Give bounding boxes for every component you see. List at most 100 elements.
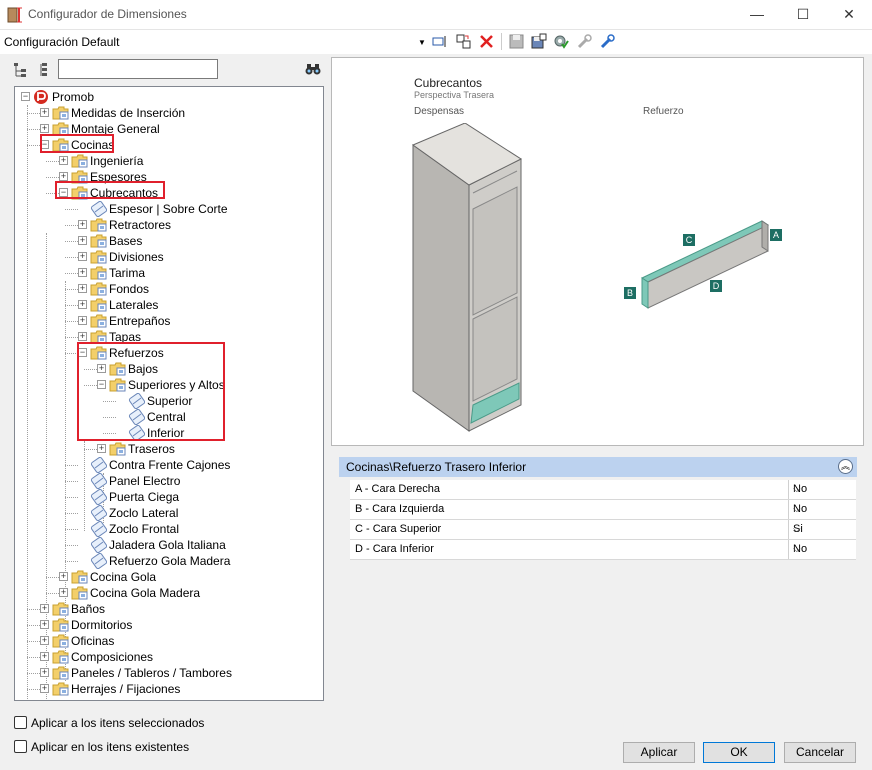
folder-icon — [52, 666, 69, 680]
expand-icon[interactable]: + — [40, 668, 49, 677]
expand-icon[interactable]: + — [40, 108, 49, 117]
expand-icon[interactable]: + — [59, 572, 68, 581]
settings-check-icon[interactable] — [552, 33, 569, 50]
tree-connector — [27, 657, 40, 658]
save-icon[interactable] — [508, 33, 525, 50]
chevron-down-icon[interactable]: ⌵ — [793, 544, 851, 555]
search-input[interactable] — [58, 59, 218, 79]
preview-label-refuerzo: Refuerzo — [643, 106, 684, 117]
save-as-icon[interactable] — [530, 33, 547, 50]
wrench-icon[interactable] — [599, 33, 616, 50]
expand-icon[interactable]: + — [59, 156, 68, 165]
expand-icon[interactable]: + — [78, 268, 87, 277]
folder-icon — [90, 250, 107, 264]
cancel-button[interactable]: Cancelar — [784, 742, 856, 763]
expand-icon[interactable]: + — [40, 652, 49, 661]
tree-connector — [46, 177, 59, 178]
property-name: C - Cara Superior — [355, 523, 442, 535]
expand-icon[interactable]: + — [97, 444, 106, 453]
property-value-select[interactable]: No ⌵ — [788, 500, 855, 519]
expand-icon[interactable]: + — [78, 300, 87, 309]
property-value-select[interactable]: No ⌵ — [788, 540, 855, 559]
expand-icon[interactable]: + — [78, 220, 87, 229]
apply-selected-checkbox[interactable] — [14, 716, 27, 729]
promob-logo-icon — [34, 90, 48, 104]
tree-connector — [65, 513, 78, 514]
binoculars-icon[interactable] — [305, 62, 321, 76]
properties-title: Cocinas\Refuerzo Trasero Inferior — [346, 460, 527, 474]
expand-icon[interactable]: + — [40, 124, 49, 133]
tree-node-label: Paneles / Tableros / Tambores — [71, 666, 232, 680]
apply-existing-checkbox[interactable] — [14, 740, 27, 753]
tree-connector — [27, 129, 40, 130]
apply-existing-label: Aplicar en los itens existentes — [31, 740, 190, 754]
expand-icon[interactable]: + — [40, 636, 49, 645]
tree-connector — [65, 225, 78, 226]
copy-config-icon[interactable] — [455, 33, 472, 50]
tree-node-label: Panel Electro — [109, 474, 181, 488]
config-item-icon — [90, 553, 107, 569]
rename-config-icon[interactable] — [431, 33, 448, 50]
tree-connector — [46, 161, 59, 162]
expand-icon[interactable]: + — [59, 172, 68, 181]
tree-connector — [65, 337, 78, 338]
tree-node-label: Espesor | Sobre Corte — [109, 202, 228, 216]
expand-icon[interactable]: + — [78, 236, 87, 245]
tree-connector — [65, 321, 78, 322]
title-bar: Configurador de Dimensiones — ☐ ✕ — [0, 0, 872, 30]
preview-label-despensas: Despensas — [414, 106, 465, 117]
expand-icon[interactable]: + — [78, 252, 87, 261]
toolbar: Configuración Default ▼ — [0, 30, 872, 54]
minimize-button[interactable]: — — [734, 0, 780, 30]
expand-icon[interactable]: + — [78, 316, 87, 325]
tree-node-label: Medidas de Inserción — [71, 106, 186, 120]
tree-connector — [65, 289, 78, 290]
tools-icon[interactable] — [576, 33, 593, 50]
tree-node-label: Promob — [52, 90, 95, 104]
ok-button[interactable]: OK — [703, 742, 775, 763]
folder-icon — [90, 314, 107, 328]
maximize-button[interactable]: ☐ — [780, 0, 826, 30]
tree-connector — [27, 105, 28, 700]
folder-icon — [90, 282, 107, 296]
expand-icon[interactable]: + — [59, 588, 68, 597]
expand-all-icon[interactable] — [13, 62, 29, 78]
chevron-down-icon[interactable]: ⌵ — [793, 504, 851, 515]
close-button[interactable]: ✕ — [826, 0, 872, 30]
expand-icon[interactable]: + — [40, 604, 49, 613]
expand-icon[interactable]: + — [78, 284, 87, 293]
marker-a: A — [770, 229, 782, 241]
tree-connector — [27, 625, 40, 626]
properties-header: Cocinas\Refuerzo Trasero Inferior ︽ — [339, 457, 857, 477]
expand-icon[interactable]: + — [40, 620, 49, 629]
expand-icon[interactable]: + — [78, 332, 87, 341]
tree-connector — [65, 545, 78, 546]
delete-icon[interactable] — [478, 33, 495, 50]
tree-connector — [84, 441, 85, 531]
configuration-select[interactable]: Configuración Default — [4, 35, 119, 49]
folder-icon — [90, 266, 107, 280]
expand-icon[interactable]: + — [40, 684, 49, 693]
tree-connector — [65, 273, 78, 274]
chevron-down-icon[interactable]: ⌵ — [793, 484, 851, 495]
window-title: Configurador de Dimensiones — [28, 7, 187, 21]
tree-connector — [65, 209, 78, 210]
marker-d: D — [710, 280, 722, 292]
tree-connector — [65, 529, 78, 530]
tree-connector — [65, 497, 78, 498]
apply-button[interactable]: Aplicar — [623, 742, 695, 763]
collapse-all-icon[interactable] — [37, 62, 53, 78]
tree-node-label: Puerta Ciega — [109, 490, 180, 504]
property-value-select[interactable]: No ⌵ — [788, 480, 855, 499]
highlight-refuerzos — [77, 342, 225, 441]
folder-icon — [52, 106, 69, 120]
property-value-select[interactable]: Si ⌵ — [788, 520, 855, 539]
folder-icon — [71, 586, 88, 600]
tree-node-label: Dormitorios — [71, 618, 133, 632]
chevron-down-icon[interactable]: ⌵ — [793, 524, 851, 535]
property-name: D - Cara Inferior — [355, 543, 434, 555]
collapse-icon[interactable]: ︽ — [838, 459, 853, 474]
chevron-down-icon[interactable]: ▼ — [418, 38, 426, 47]
collapse-icon[interactable]: − — [21, 92, 30, 101]
property-row: D - Cara Inferior No ⌵ — [350, 540, 856, 560]
